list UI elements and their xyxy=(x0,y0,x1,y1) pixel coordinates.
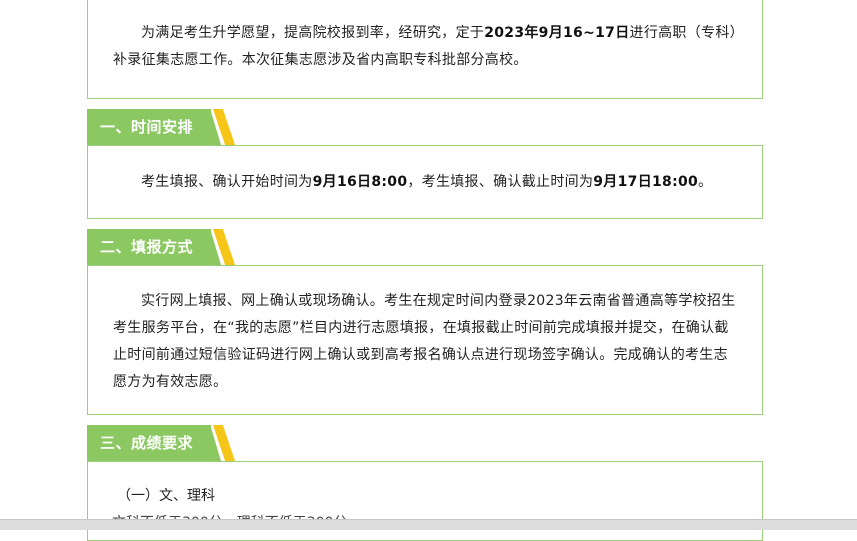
section-title-time: 一、时间安排 xyxy=(100,118,194,136)
time-text-2: ，考生填报、确认截止时间为 xyxy=(407,174,594,190)
end-time: 9月17日18:00 xyxy=(593,174,699,190)
time-text-3: 。 xyxy=(698,174,713,190)
time-paragraph: 考生填报、确认开始时间为9月16日8:00，考生填报、确认截止时间为9月17日1… xyxy=(88,146,762,196)
method-paragraph: 实行网上填报、网上确认或现场确认。考生在规定时间内登录2023年云南省普通高等学… xyxy=(113,293,736,390)
time-text-1: 考生填报、确认开始时间为 xyxy=(141,174,313,190)
section-title-method: 二、填报方式 xyxy=(100,238,194,256)
intro-date: 2023年9月16~17日 xyxy=(484,25,630,41)
section-header-method: 二、填报方式 xyxy=(87,229,237,265)
section-header-score: 三、成绩要求 xyxy=(87,425,237,461)
time-box: 考生填报、确认开始时间为9月16日8:00，考生填报、确认截止时间为9月17日1… xyxy=(87,145,763,219)
start-time: 9月16日8:00 xyxy=(312,174,408,190)
intro-paragraph: 为满足考生升学愿望，提高院校报到率，经研究，定于2023年9月16~17日进行高… xyxy=(88,0,762,74)
section-title-score: 三、成绩要求 xyxy=(100,434,194,452)
subsection-arts-science: （一）文、理科 xyxy=(117,488,215,504)
section-header-time: 一、时间安排 xyxy=(87,109,237,145)
horizontal-scrollbar[interactable] xyxy=(0,519,857,530)
method-box: 实行网上填报、网上确认或现场确认。考生在规定时间内登录2023年云南省普通高等学… xyxy=(87,265,763,415)
intro-box: 为满足考生升学愿望，提高院校报到率，经研究，定于2023年9月16~17日进行高… xyxy=(87,0,763,99)
intro-text-1: 为满足考生升学愿望，提高院校报到率，经研究，定于 xyxy=(141,25,485,41)
